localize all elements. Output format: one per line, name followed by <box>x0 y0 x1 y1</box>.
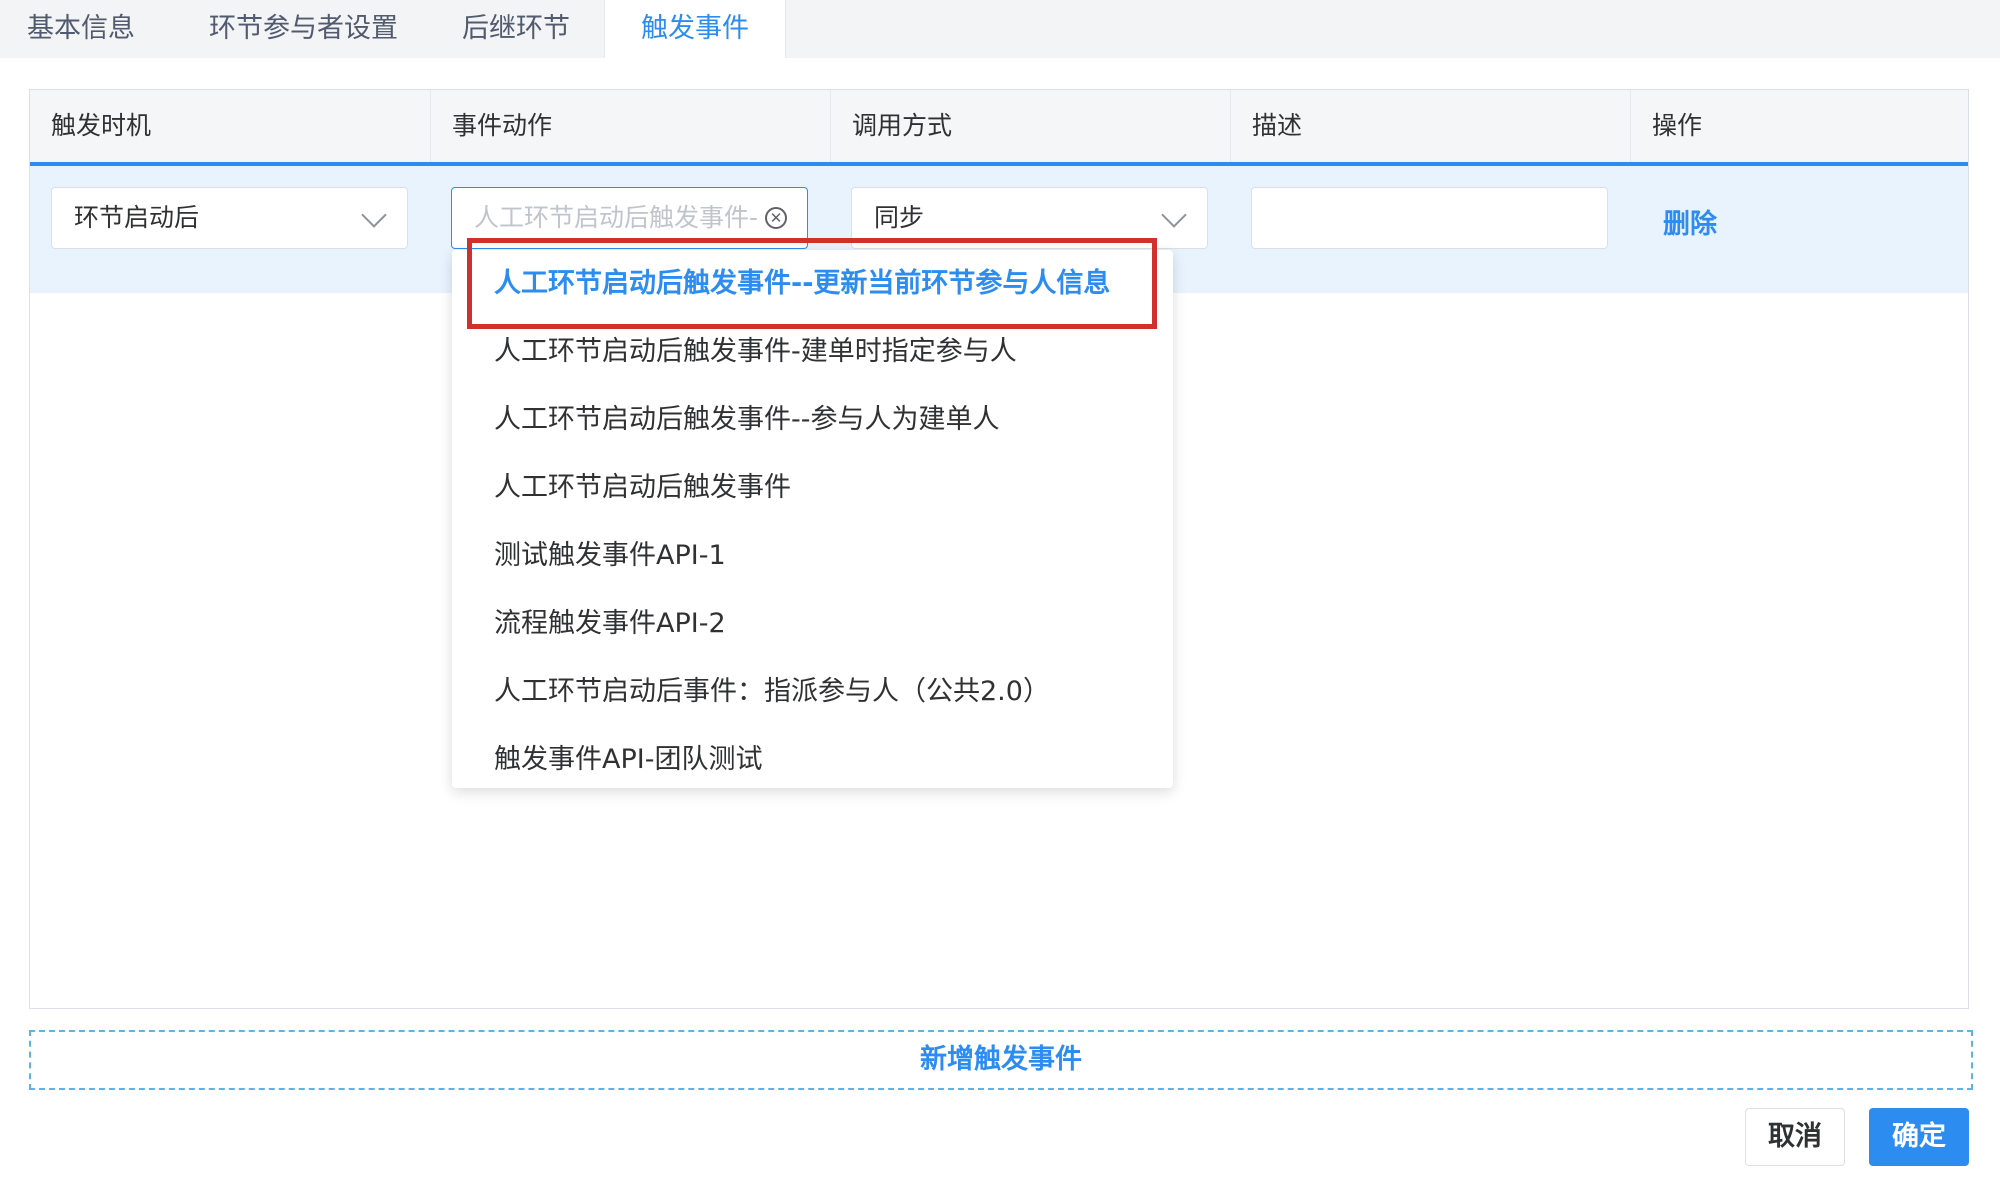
dropdown-option[interactable]: 人工环节启动后事件：指派参与人（公共2.0） <box>452 658 1173 726</box>
dropdown-option[interactable]: 人工环节启动后触发事件--参与人为建单人 <box>452 386 1173 454</box>
delete-link[interactable]: 删除 <box>1663 202 1717 241</box>
chevron-down-icon <box>1161 202 1187 228</box>
highlight-box <box>467 238 1157 329</box>
tab-participant-settings[interactable]: 环节参与者设置 <box>209 0 398 58</box>
chevron-down-icon <box>361 202 387 228</box>
dropdown-option[interactable]: 测试触发事件API-1 <box>452 522 1173 590</box>
dropdown-option[interactable]: 人工环节启动后触发事件 <box>452 454 1173 522</box>
tab-basic-info[interactable]: 基本信息 <box>27 0 135 58</box>
tab-successor-steps[interactable]: 后继环节 <box>462 0 570 58</box>
column-header-call-mode: 调用方式 <box>852 111 953 140</box>
add-trigger-event-button[interactable]: 新增触发事件 <box>29 1030 1973 1090</box>
trigger-timing-select[interactable]: 环节启动后 <box>51 187 408 249</box>
trigger-timing-value: 环节启动后 <box>74 203 200 232</box>
column-header-actions: 操作 <box>1652 111 1703 140</box>
dropdown-option[interactable]: 触发事件API-团队测试 <box>452 726 1173 788</box>
event-action-dropdown: 人工环节启动后触发事件--更新当前环节参与人信息 人工环节启动后触发事件-建单时… <box>452 250 1173 788</box>
description-input[interactable] <box>1251 187 1608 249</box>
dropdown-option[interactable]: 流程触发事件API-2 <box>452 590 1173 658</box>
cancel-button[interactable]: 取消 <box>1745 1108 1845 1166</box>
tab-trigger-events[interactable]: 触发事件 <box>604 0 786 58</box>
confirm-button[interactable]: 确定 <box>1869 1108 1969 1166</box>
clear-icon[interactable]: ✕ <box>765 207 787 229</box>
column-header-description: 描述 <box>1252 111 1303 140</box>
column-header-trigger-timing: 触发时机 <box>51 111 152 140</box>
column-header-event-action: 事件动作 <box>452 111 553 140</box>
